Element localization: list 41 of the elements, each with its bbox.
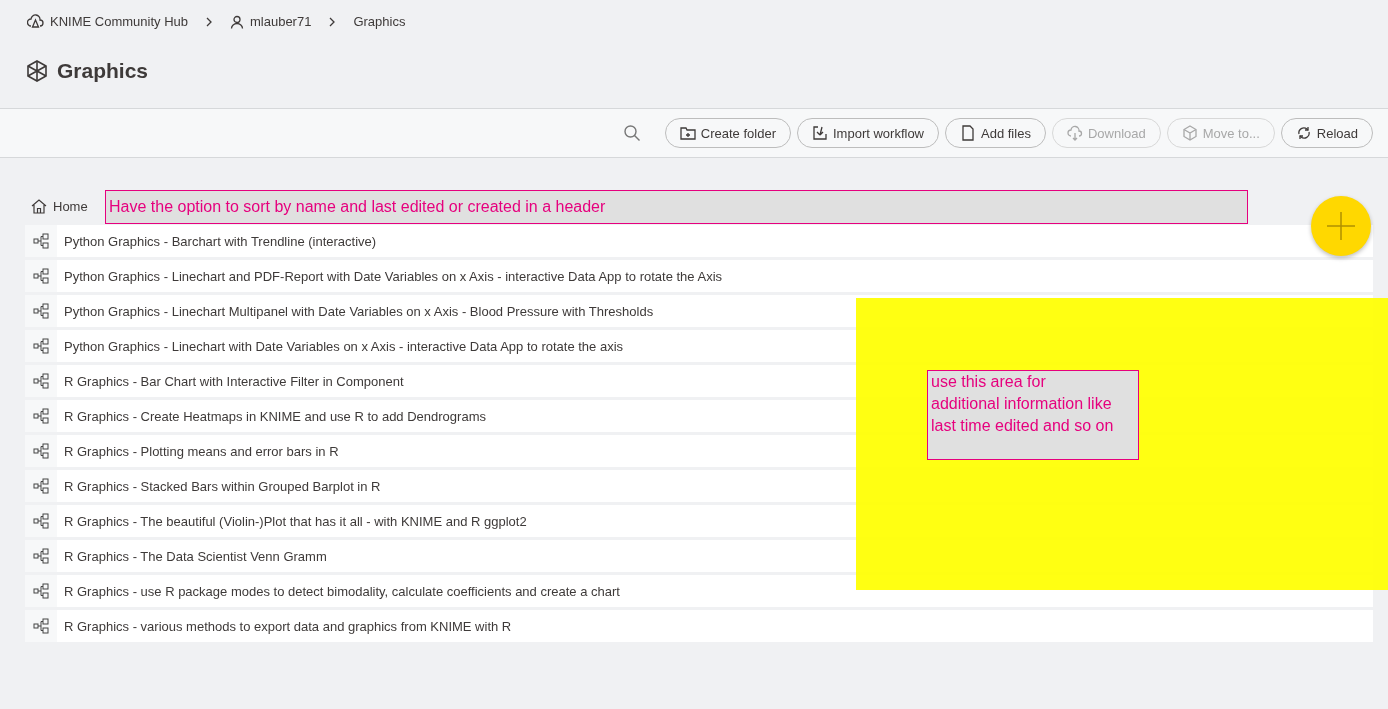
import-icon (812, 125, 828, 141)
workflow-icon (33, 408, 49, 424)
workflow-name[interactable]: R Graphics - The Data Scientist Venn Gramm (64, 548, 327, 564)
workflow-icon (33, 233, 49, 249)
workflow-name[interactable]: R Graphics - various methods to export data and graphics from KNIME with R (64, 618, 512, 634)
workflow-icon (33, 513, 49, 529)
workflow-name[interactable]: R Graphics - The beautiful (Violin-)Plot that has it all - with KNIME and R ggplot2 (64, 513, 527, 529)
reload-icon (1295, 125, 1312, 141)
workflow-icon (33, 303, 49, 319)
workflow-icon (33, 373, 49, 389)
workflow-icon (33, 268, 49, 284)
workflow-name[interactable]: R Graphics - Bar Chart with Interactive Filter in Component (64, 373, 404, 389)
home-icon (31, 198, 47, 214)
cube-icon (1181, 125, 1198, 141)
breadcrumb-link[interactable]: KNIME Community Hub (50, 14, 188, 29)
cloud-icon (27, 14, 44, 29)
user-icon (230, 14, 244, 29)
workflow-name[interactable]: R Graphics - Plotting means and error bars in R (64, 443, 339, 459)
page-title: Graphics (57, 59, 149, 83)
workflow-icon (33, 338, 49, 354)
annotation-note: use this area for additional information like last time edited and so on (927, 370, 1139, 460)
file-icon (960, 125, 976, 141)
breadcrumb-current: Graphics (353, 14, 406, 29)
workflow-name[interactable]: Python Graphics - Barchart with Trendline (interactive) (64, 233, 377, 249)
annotation-note: Have the option to sort by name and last edited or created in a header (105, 190, 1248, 224)
workflow-icon (33, 478, 49, 494)
workflow-name[interactable]: R Graphics - Create Heatmaps in KNIME and use R to add Dendrograms (64, 408, 486, 424)
workflow-icon (33, 548, 49, 564)
path-link[interactable]: Home (53, 198, 88, 214)
search-icon[interactable] (622, 124, 641, 142)
breadcrumb-link[interactable]: mlauber71 (250, 14, 312, 29)
plus-icon (1326, 211, 1356, 241)
workflow-icon (33, 618, 49, 634)
workflow-icon (33, 583, 49, 599)
folder-plus-icon (679, 125, 696, 141)
add-button[interactable] (1311, 196, 1371, 256)
chevron-right-icon (204, 16, 214, 27)
workflow-name[interactable]: R Graphics - Stacked Bars within Grouped Barplot in R (64, 478, 381, 494)
cloud-download-icon (1066, 125, 1083, 141)
cube-icon (27, 60, 47, 82)
workflow-icon (33, 443, 49, 459)
